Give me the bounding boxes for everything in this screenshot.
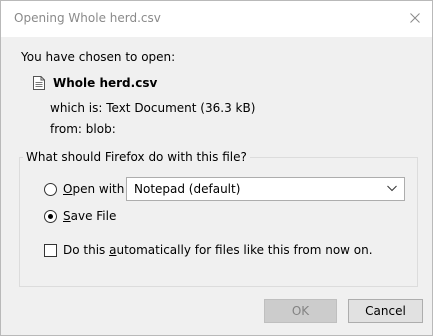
- cancel-button[interactable]: Cancel: [348, 299, 423, 323]
- download-dialog: Opening Whole herd.csv You have chosen t…: [0, 0, 433, 336]
- radio-selected-dot: [48, 214, 53, 219]
- open-with-app-select[interactable]: Notepad (default): [126, 177, 405, 201]
- chevron-down-icon: [387, 185, 397, 192]
- file-icon: [33, 76, 45, 90]
- file-source-row: from: blob:: [50, 122, 116, 136]
- open-with-label[interactable]: Open with: [63, 182, 124, 196]
- window-title: Opening Whole herd.csv: [14, 11, 161, 25]
- open-with-app-value: Notepad (default): [134, 182, 241, 196]
- from-label: from:: [50, 122, 82, 136]
- file-type-row: which is: Text Document (36.3 kB): [50, 101, 255, 115]
- close-icon: [410, 13, 420, 23]
- save-file-label[interactable]: Save File: [63, 209, 116, 223]
- file-name: Whole herd.csv: [53, 76, 158, 90]
- title-bar: Opening Whole herd.csv: [1, 1, 432, 37]
- action-legend: What should Firefox do with this file?: [23, 150, 250, 164]
- file-source-value: blob:: [85, 122, 116, 136]
- save-file-radio[interactable]: [44, 210, 57, 223]
- ok-button[interactable]: OK: [264, 299, 337, 323]
- button-bar: OK Cancel: [1, 296, 432, 335]
- close-button[interactable]: [398, 1, 432, 35]
- auto-action-label[interactable]: Do this automatically for files like thi…: [63, 243, 373, 257]
- auto-action-checkbox[interactable]: [44, 244, 57, 257]
- file-type-value: Text Document (36.3 kB): [106, 101, 256, 115]
- open-with-radio[interactable]: [44, 183, 57, 196]
- which-is-label: which is:: [50, 101, 103, 115]
- chosen-prompt: You have chosen to open:: [21, 50, 176, 64]
- dialog-content: You have chosen to open: Whole herd.csv …: [1, 37, 432, 296]
